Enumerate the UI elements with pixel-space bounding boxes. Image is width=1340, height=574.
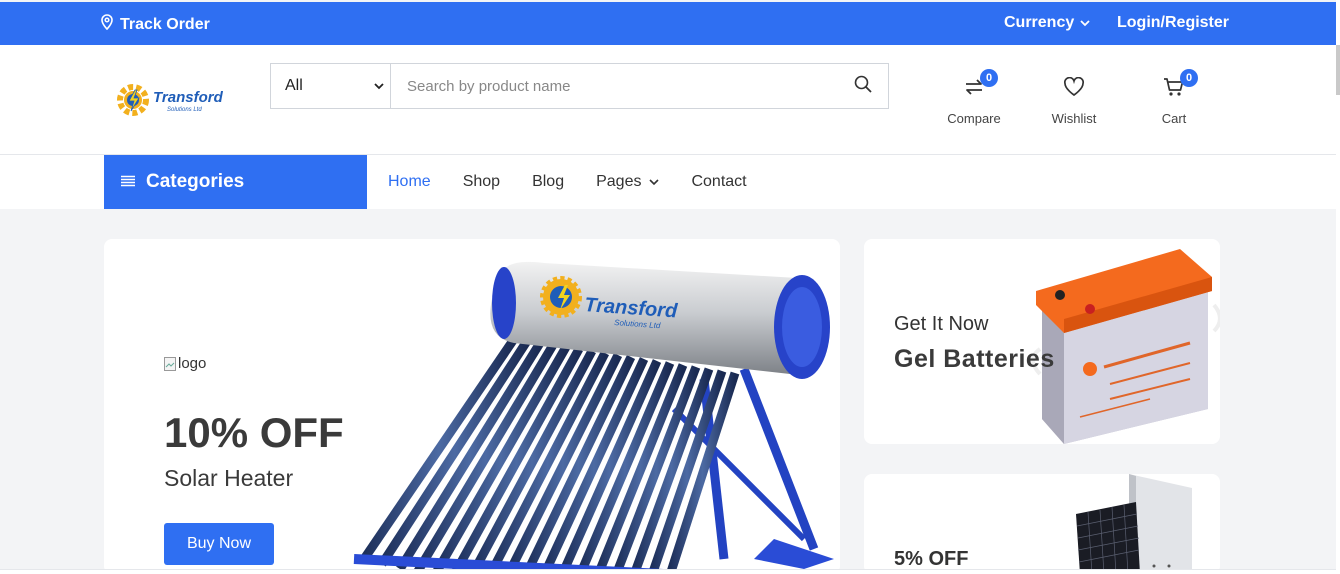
search-button[interactable] xyxy=(838,64,888,108)
cart-button[interactable]: 0 Cart xyxy=(1139,69,1209,126)
logo-brand: Transford xyxy=(153,89,223,106)
currency-label: Currency xyxy=(1004,14,1075,31)
broken-image-icon xyxy=(164,356,176,371)
category-select-value: All xyxy=(285,77,303,94)
nav-home[interactable]: Home xyxy=(388,173,431,191)
nav-shop[interactable]: Shop xyxy=(463,173,500,191)
hero-headline: 10% OFF xyxy=(164,409,344,456)
categories-button[interactable]: Categories xyxy=(104,155,367,209)
heart-icon xyxy=(1063,76,1085,100)
nav-pages-label: Pages xyxy=(596,173,642,190)
solar-heater-image: Transford Solutions Ltd xyxy=(353,261,834,574)
hero-logo-alt-text: logo xyxy=(178,355,207,372)
compare-button[interactable]: 0 Compare xyxy=(939,69,1009,126)
track-order-link[interactable]: Track Order xyxy=(100,14,210,35)
gel-banner-title: Gel Batteries xyxy=(894,345,1055,373)
menu-icon xyxy=(120,171,136,193)
currency-dropdown[interactable]: Currency xyxy=(1004,14,1090,32)
scrollbar[interactable] xyxy=(1336,0,1340,574)
solar-panel-image xyxy=(1076,474,1192,574)
wishlist-label: Wishlist xyxy=(1051,111,1097,126)
compare-label: Compare xyxy=(947,111,1001,126)
gel-battery-image xyxy=(1031,249,1220,444)
track-order-label: Track Order xyxy=(120,15,210,33)
gel-banner-subtitle: Get It Now xyxy=(894,313,989,335)
categories-label: Categories xyxy=(146,171,245,192)
chevron-down-icon xyxy=(1080,14,1090,32)
chevron-down-icon xyxy=(374,77,384,95)
chevron-down-icon xyxy=(649,178,660,186)
hero-logo-image: logo xyxy=(164,355,206,372)
solar-banner-title: 5% OFF xyxy=(894,548,969,570)
nav-blog[interactable]: Blog xyxy=(532,173,564,191)
location-pin-icon xyxy=(100,14,114,35)
wishlist-button[interactable]: Wishlist xyxy=(1039,75,1109,126)
cart-label: Cart xyxy=(1161,111,1187,126)
page-bottom-edge xyxy=(0,569,1336,574)
logo-tagline: Solutions Ltd xyxy=(167,107,202,113)
login-register-link[interactable]: Login/Register xyxy=(1117,14,1229,32)
compare-count-badge: 0 xyxy=(980,69,998,87)
nav-pages[interactable]: Pages xyxy=(596,173,660,191)
category-select[interactable]: All xyxy=(271,64,391,108)
search-bar: All xyxy=(270,63,889,109)
gear-icon xyxy=(117,84,149,116)
nav-links: Home Shop Blog Pages Contact xyxy=(388,155,747,209)
scrollbar-thumb[interactable] xyxy=(1336,45,1340,95)
cart-count-badge: 0 xyxy=(1180,69,1198,87)
vacuum-tubes xyxy=(360,336,740,574)
buy-now-button[interactable]: Buy Now xyxy=(164,523,274,565)
main-navbar: Categories Home Shop Blog Pages Contact xyxy=(0,155,1336,209)
gel-batteries-banner[interactable]: Get It Now Gel Batteries xyxy=(864,239,1220,444)
top-bar: Track Order Currency Login/Register xyxy=(0,2,1336,45)
search-input[interactable] xyxy=(391,64,838,108)
nav-contact[interactable]: Contact xyxy=(691,173,746,191)
site-header: Transford Solutions Ltd All 0 Compare xyxy=(0,45,1336,155)
solar-panel-banner[interactable]: 5% OFF xyxy=(864,474,1220,574)
hero-product-name: Solar Heater xyxy=(164,465,294,491)
hero-banner[interactable]: logo 10% OFF Solar Heater Buy Now Transf… xyxy=(104,239,840,574)
site-logo[interactable]: Transford Solutions Ltd xyxy=(115,80,227,120)
search-icon xyxy=(854,75,872,98)
